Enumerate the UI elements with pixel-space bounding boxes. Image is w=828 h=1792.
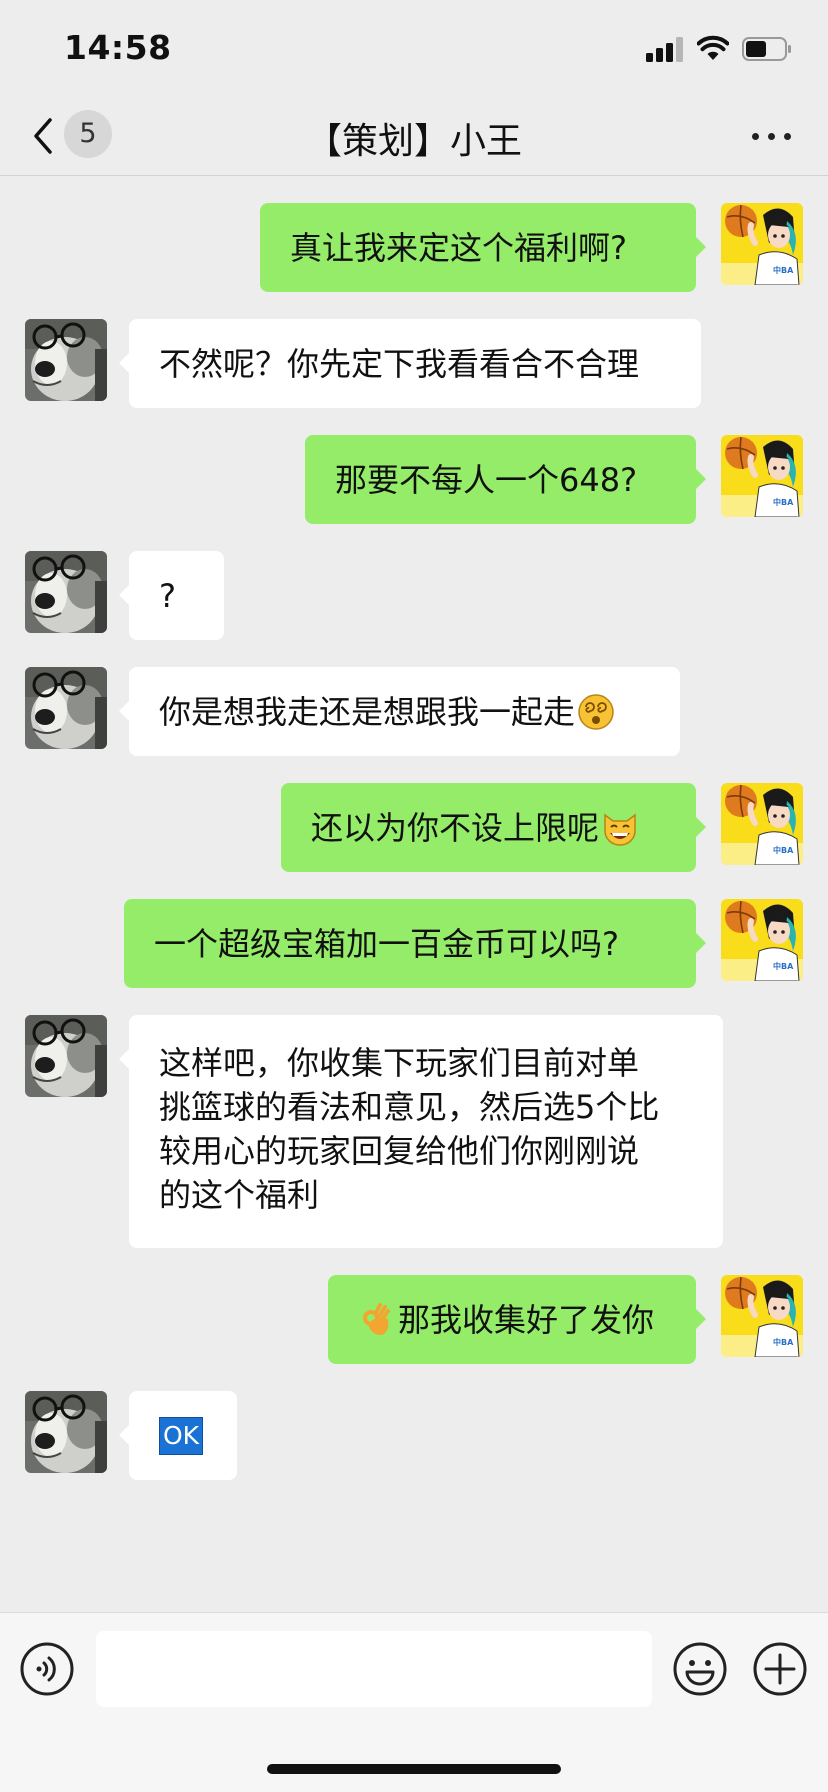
home-indicator[interactable] xyxy=(267,1764,561,1774)
message-bubble[interactable]: 还以为你不设上限呢 xyxy=(281,783,706,872)
grinning-cat-icon xyxy=(604,813,636,846)
message-bubble[interactable]: 你是想我走还是想跟我一起走 xyxy=(119,667,680,756)
battery-icon xyxy=(742,37,791,61)
message-bubble[interactable]: 一个超级宝箱加一百金币可以吗? xyxy=(124,899,706,988)
message-bubble[interactable]: 这样吧，你收集下玩家们目前对单 挑篮球的看法和意见，然后选5个比 较用心的玩家回… xyxy=(119,1015,723,1248)
status-bar: 14:58 xyxy=(0,0,828,96)
message-bubble[interactable]: 那我收集好了发你 xyxy=(328,1275,706,1364)
signal-icon xyxy=(646,36,686,62)
message-text: 你是想我走还是想跟我一起走 xyxy=(159,692,576,731)
plus-icon[interactable] xyxy=(752,1641,808,1697)
emoji-icon[interactable] xyxy=(672,1641,728,1697)
message-bubble[interactable]: 真让我来定这个福利啊? xyxy=(260,203,706,292)
self-avatar[interactable] xyxy=(721,899,803,981)
contact-avatar[interactable] xyxy=(25,1391,107,1473)
message-text: 不然呢？你先定下我看看合不合理 xyxy=(159,344,640,383)
message-bubble[interactable]: ? xyxy=(119,551,224,640)
self-avatar[interactable] xyxy=(721,1275,803,1357)
voice-icon[interactable] xyxy=(19,1641,75,1697)
message-line: 的这个福利 xyxy=(159,1176,320,1214)
message-bubble[interactable]: 不然呢？你先定下我看看合不合理 xyxy=(119,319,701,408)
status-time: 14:58 xyxy=(64,28,172,67)
message-text: 真让我来定这个福利啊? xyxy=(290,228,627,267)
message-text: 一个超级宝箱加一百金币可以吗? xyxy=(154,924,619,963)
more-icon[interactable] xyxy=(750,126,794,146)
message-line: 挑篮球的看法和意见，然后选5个比 xyxy=(159,1088,660,1126)
ok-button-icon: OK xyxy=(159,1416,204,1455)
message-text: 这样吧，你收集下玩家们目前对单 挑篮球的看法和意见，然后选5个比 较用心的玩家回… xyxy=(159,1041,659,1217)
chat-title: 【策划】小王 xyxy=(305,121,522,162)
message-input[interactable] xyxy=(96,1631,652,1707)
message-text: ? xyxy=(159,576,176,615)
self-avatar[interactable] xyxy=(721,783,803,865)
message-line: 较用心的玩家回复给他们你刚刚说 xyxy=(159,1132,640,1170)
dizzy-face-icon xyxy=(578,693,614,730)
chat-header: 5 【策划】小王 xyxy=(0,96,828,176)
message-text: 那我收集好了发你 xyxy=(398,1300,655,1339)
ok-hand-icon xyxy=(363,1302,390,1335)
contact-avatar[interactable] xyxy=(25,1015,107,1097)
message-text: 还以为你不设上限呢 xyxy=(311,808,600,847)
message-line: 这样吧，你收集下玩家们目前对单 xyxy=(159,1044,640,1082)
self-avatar[interactable] xyxy=(721,435,803,517)
message-bubble[interactable]: 那要不每人一个648? xyxy=(305,435,706,524)
wifi-icon xyxy=(697,35,729,60)
contact-avatar[interactable] xyxy=(25,551,107,633)
self-avatar[interactable] xyxy=(721,203,803,285)
contact-avatar[interactable] xyxy=(25,667,107,749)
message-text: 那要不每人一个648? xyxy=(335,460,638,499)
message-bubble[interactable]: OK xyxy=(119,1391,237,1480)
contact-avatar[interactable] xyxy=(25,319,107,401)
